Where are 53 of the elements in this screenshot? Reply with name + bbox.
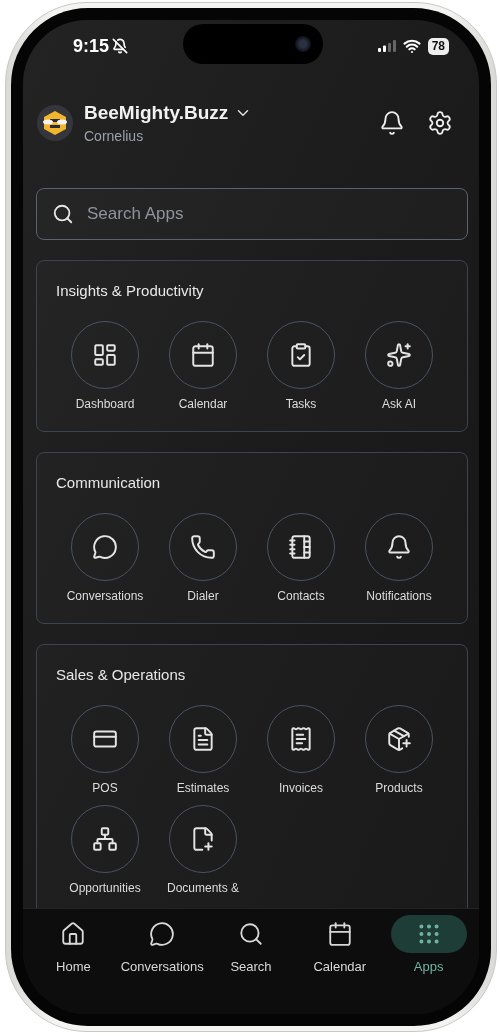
clipboard-check-icon (288, 342, 314, 368)
file-plus-icon (190, 826, 216, 852)
tab-item[interactable]: Conversations (117, 915, 207, 974)
app-label: Notifications (366, 589, 432, 603)
document-icon (190, 726, 216, 752)
calendar-icon (326, 921, 353, 947)
app-label: Contacts (277, 589, 325, 603)
user-name: Cornelius (84, 128, 145, 144)
chat-bubble-icon (149, 921, 176, 947)
status-time: 9:15 (73, 35, 110, 57)
home-icon (60, 921, 87, 947)
app-label: Opportunities (69, 881, 141, 895)
battery-indicator: 78 (427, 37, 449, 55)
sparkles-icon (386, 342, 412, 368)
app-label: Products (375, 781, 423, 795)
search-field[interactable]: Search Apps (36, 188, 468, 240)
app-label: Estimates (176, 781, 230, 795)
app-label: Dialer (187, 589, 219, 603)
section-title: Sales & Operations (55, 665, 187, 685)
app-label: Invoices (279, 781, 323, 795)
app-label: Ask AI (382, 397, 416, 411)
tab-item[interactable]: Calendar (295, 915, 385, 974)
search-icon (52, 203, 74, 225)
bell-off-icon (112, 38, 129, 54)
notifications-icon[interactable] (379, 110, 405, 136)
notebook-icon (288, 534, 314, 560)
logo-avatar[interactable] (37, 105, 73, 141)
bell-icon (386, 534, 412, 560)
signal-icon (377, 40, 396, 52)
bee-logo-icon (42, 110, 68, 136)
app-label: Calendar (178, 397, 228, 411)
section-title: Insights & Productivity (55, 281, 205, 301)
wifi-icon (402, 37, 421, 55)
package-plus-icon (386, 726, 412, 752)
tab-item[interactable]: Home (29, 915, 118, 974)
camera-lens (294, 36, 311, 52)
app-button[interactable] (267, 513, 335, 581)
tab-item[interactable]: Search (206, 915, 296, 974)
calendar-icon (190, 342, 216, 368)
section-title: Communication (55, 473, 162, 493)
search-icon (238, 921, 264, 947)
chat-bubble-icon (92, 534, 118, 560)
dashboard-icon (92, 342, 118, 368)
app-label: Conversations (66, 589, 144, 603)
receipt-icon (288, 726, 314, 752)
network-icon (92, 826, 118, 852)
app-label: POS (92, 781, 118, 795)
settings-icon[interactable] (427, 110, 453, 136)
app-label: Dashboard (75, 397, 135, 411)
app-label: Documents & (167, 881, 239, 895)
workspace-name[interactable]: BeeMighty.Buzz (84, 102, 229, 124)
phone-icon (190, 534, 216, 560)
app-label: Tasks (285, 397, 317, 411)
